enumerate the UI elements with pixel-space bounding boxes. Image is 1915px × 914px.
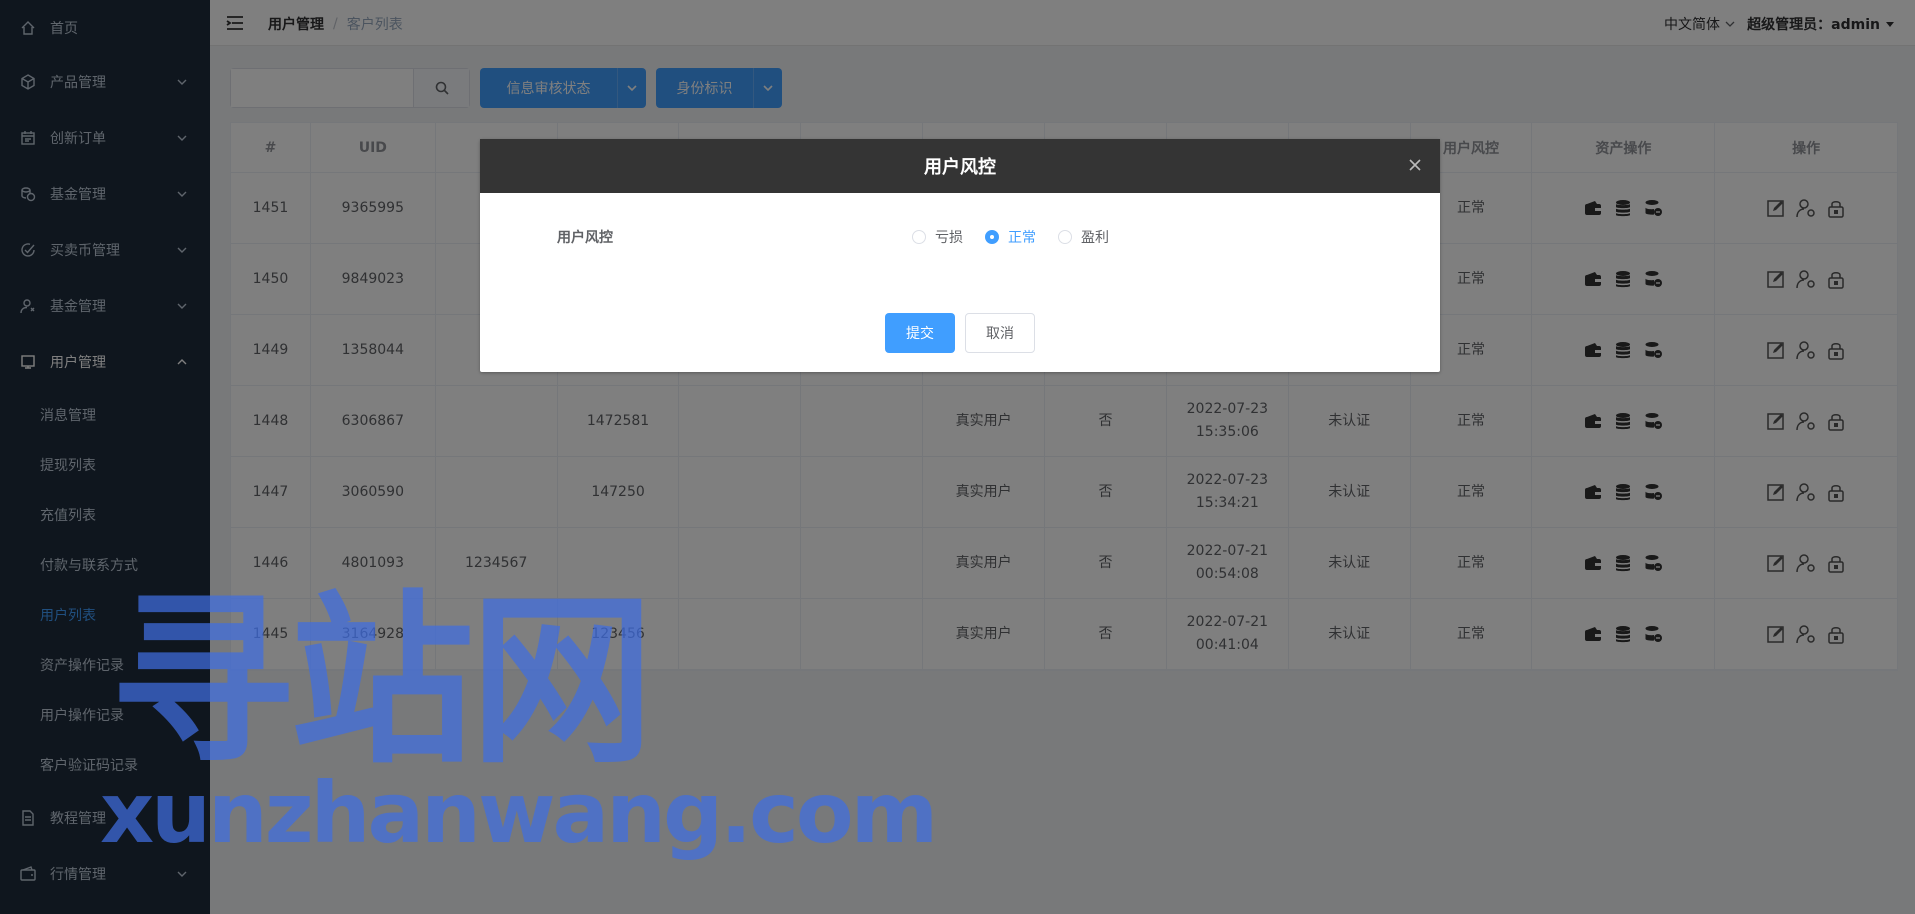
- risk-control-label: 用户风控: [557, 230, 613, 246]
- radio-loss[interactable]: 亏损: [912, 227, 963, 247]
- radio-circle: [985, 230, 999, 244]
- radio-normal[interactable]: 正常: [985, 227, 1036, 247]
- risk-control-dialog: 用户风控 用户风控 亏损 正常 盈利 提交 取消: [480, 139, 1440, 372]
- radio-label: 正常: [1008, 230, 1036, 246]
- radio-label: 盈利: [1081, 230, 1109, 246]
- close-icon[interactable]: [1408, 158, 1422, 172]
- risk-control-radio-group: 亏损 正常 盈利: [912, 227, 1131, 247]
- radio-profit[interactable]: 盈利: [1058, 227, 1109, 247]
- radio-label: 亏损: [935, 230, 963, 246]
- dialog-title: 用户风控: [924, 157, 996, 178]
- modal-overlay[interactable]: [0, 0, 1915, 914]
- cancel-button[interactable]: 取消: [965, 313, 1035, 353]
- radio-circle: [1058, 230, 1072, 244]
- radio-circle: [912, 230, 926, 244]
- dialog-header: 用户风控: [480, 139, 1440, 193]
- submit-button[interactable]: 提交: [885, 313, 955, 353]
